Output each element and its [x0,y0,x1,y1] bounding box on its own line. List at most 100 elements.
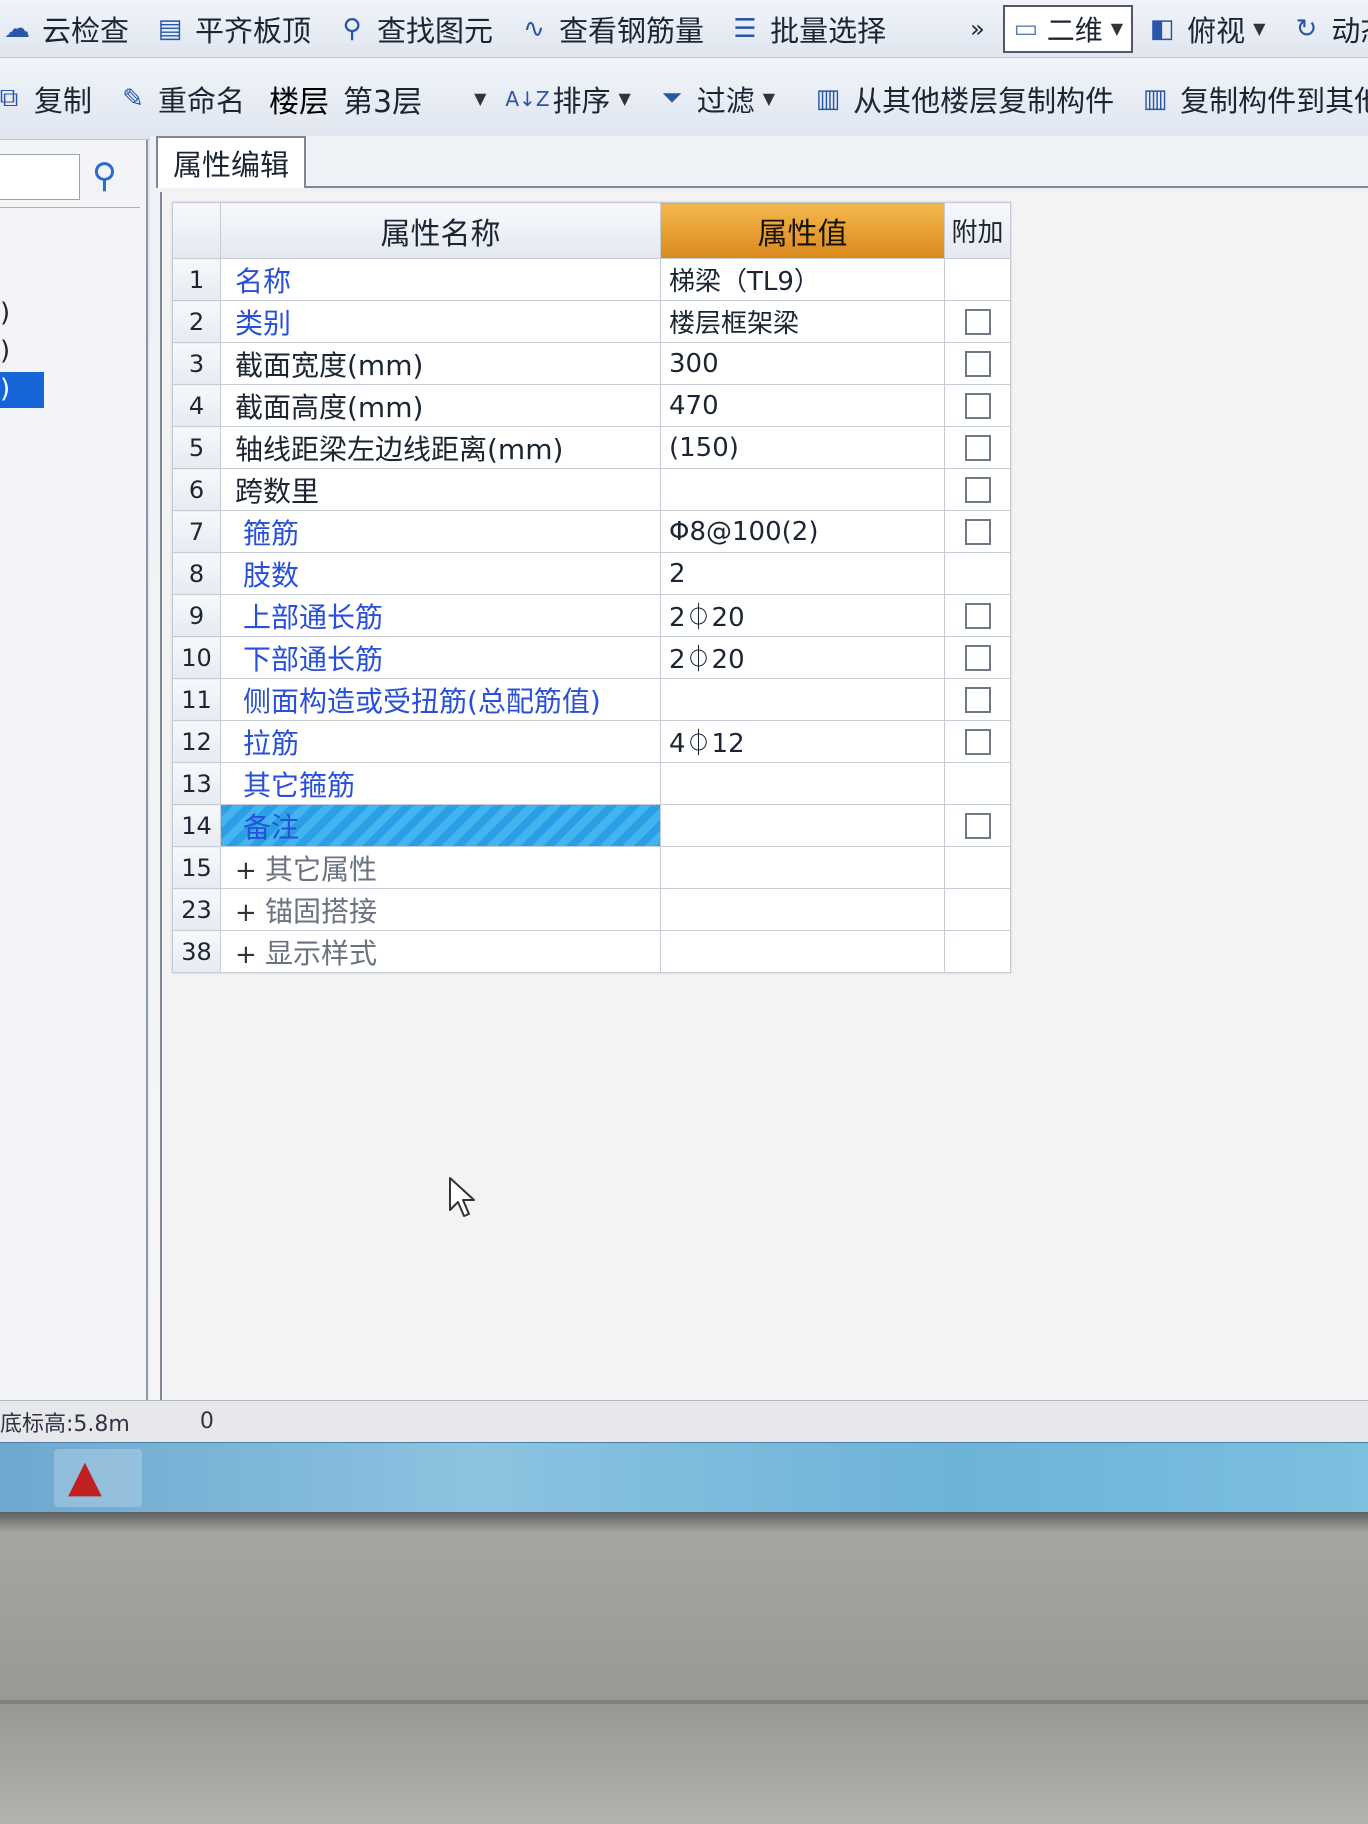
view-rebar-button[interactable]: ∿ 查看钢筋量 [505,8,716,50]
property-value-cell[interactable]: 2⏀20 [660,594,945,637]
property-name-cell[interactable]: 侧面构造或受扭筋(总配筋值) [220,678,661,721]
header-property-name[interactable]: 属性名称 [220,202,661,259]
copy-button[interactable]: ⧉ 复制 [0,78,104,120]
property-row[interactable]: 5 轴线距梁左边线距离(mm) (150) [172,426,1011,469]
property-name-cell[interactable]: + 锚固搭接 [220,888,661,931]
property-name-cell[interactable]: 轴线距梁左边线距离(mm) [220,426,661,469]
filter-button[interactable]: ⏷ 过滤 ▼ [643,78,787,120]
extra-checkbox[interactable] [964,644,991,671]
property-row[interactable]: 2 类别 楼层框架梁 [172,300,1011,343]
property-row[interactable]: 9 上部通长筋 2⏀20 [172,594,1011,637]
floor-select[interactable]: 楼层 第3层 ▼ [269,77,486,121]
property-value-cell[interactable]: 4⏀12 [660,720,945,763]
property-value-cell[interactable]: 楼层框架梁 [660,300,945,343]
header-property-value[interactable]: 属性值 [660,202,945,259]
extra-checkbox[interactable] [964,308,991,335]
extra-checkbox[interactable] [964,602,991,629]
property-value-cell[interactable] [660,846,945,889]
property-row[interactable]: 7 箍筋 Φ8@100(2) [172,510,1011,553]
property-value-cell[interactable]: 2⏀20 [660,636,945,679]
property-row[interactable]: 10 下部通长筋 2⏀20 [172,636,1011,679]
tab-property-edit-label: 属性编辑 [172,148,289,182]
property-name-cell[interactable]: 拉筋 [220,720,661,763]
property-value-cell[interactable]: 2 [660,552,945,595]
property-row[interactable]: 8 肢数 2 [172,552,1011,595]
floor-label: 楼层 [269,84,330,120]
property-row[interactable]: 11 侧面构造或受扭筋(总配筋值) [172,678,1011,721]
property-name-cell[interactable]: 箍筋 [220,510,661,553]
extra-checkbox[interactable] [964,812,991,839]
property-value-cell[interactable] [660,762,945,805]
extra-checkbox[interactable] [964,728,991,755]
search-icon[interactable]: ⚲ [92,156,117,196]
header-row-number [172,202,221,259]
property-name: 轴线距梁左边线距离(mm) [235,432,564,466]
property-name-cell[interactable]: 上部通长筋 [220,594,661,637]
tree-item-fragment[interactable]: ) [0,336,10,366]
batch-select-button[interactable]: ☰ 批量选择 [716,8,898,50]
property-value-cell[interactable]: 梯梁（TL9） [660,258,945,301]
property-name-cell[interactable]: 截面宽度(mm) [220,342,661,385]
extra-checkbox[interactable] [964,518,991,545]
extra-checkbox[interactable] [964,350,991,377]
property-row[interactable]: 1 名称 梯梁（TL9） [172,258,1011,301]
chevron-down-icon: ▼ [1253,19,1266,38]
component-search-input[interactable] [0,154,80,200]
property-row[interactable]: 15 + 其它属性 [172,846,1011,889]
mouse-cursor-icon [449,1177,475,1217]
property-name-cell[interactable]: 截面高度(mm) [220,384,661,427]
cube-icon: ◧ [1149,13,1175,44]
extra-cell [944,636,1011,679]
property-value-cell[interactable]: 300 [660,342,945,385]
expand-plus-icon[interactable]: + [235,856,259,886]
glodon-app-icon[interactable]: ▲ [68,1451,102,1502]
copy-from-floor-button[interactable]: ▥ 从其他楼层复制构件 [799,78,1126,120]
sort-button[interactable]: A↓Z 排序 ▼ [498,78,642,120]
tab-property-edit[interactable]: 属性编辑 [156,136,306,188]
property-name-cell[interactable]: + 其它属性 [220,846,661,889]
property-row[interactable]: 14 备注 [172,804,1011,847]
property-name: 肢数 [243,558,300,592]
extra-checkbox[interactable] [964,392,991,419]
view-mode-select[interactable]: ▭ 二维 ▼ [1002,4,1134,53]
find-element-button[interactable]: ⚲ 查找图元 [323,8,505,50]
property-row[interactable]: 4 截面高度(mm) 470 [172,384,1011,427]
property-row[interactable]: 6 跨数里 [172,468,1011,511]
property-value-cell[interactable] [660,888,945,931]
property-row[interactable]: 12 拉筋 4⏀12 [172,720,1011,763]
dynamic-view-button[interactable]: ↻ 动态 [1277,8,1368,50]
tree-item-fragment[interactable]: ) [0,298,10,328]
view-angle-button[interactable]: ◧ 俯视 ▼ [1133,8,1277,50]
copy-to-floor-button[interactable]: ▥ 复制构件到其他楼层 [1126,78,1368,120]
toolbar-overflow-button[interactable]: » [958,15,997,43]
property-value-cell[interactable] [660,804,945,847]
property-name-cell[interactable]: 肢数 [220,552,661,595]
align-top-button[interactable]: ▤ 平齐板顶 [141,8,323,50]
property-name-cell[interactable]: 类别 [220,300,661,343]
property-row[interactable]: 38 + 显示样式 [172,930,1011,973]
property-value-cell[interactable] [660,678,945,721]
rename-button[interactable]: ✎ 重命名 [104,78,257,120]
extra-checkbox[interactable] [964,434,991,461]
property-name-cell[interactable]: + 显示样式 [220,930,661,973]
property-value-cell[interactable] [660,930,945,973]
tree-item-selected[interactable]: ) [0,372,44,408]
header-extra[interactable]: 附加 [944,202,1011,259]
property-name-cell[interactable]: 名称 [220,258,661,301]
extra-checkbox[interactable] [964,686,991,713]
expand-plus-icon[interactable]: + [235,898,259,928]
property-value-cell[interactable] [660,468,945,511]
property-row[interactable]: 13 其它箍筋 [172,762,1011,805]
property-row[interactable]: 23 + 锚固搭接 [172,888,1011,931]
property-name-cell[interactable]: 其它箍筋 [220,762,661,805]
cloud-check-button[interactable]: ☁ 云检查 [0,8,141,50]
property-row[interactable]: 3 截面宽度(mm) 300 [172,342,1011,385]
property-name-cell[interactable]: 跨数里 [220,468,661,511]
property-name-cell[interactable]: 下部通长筋 [220,636,661,679]
expand-plus-icon[interactable]: + [235,940,259,970]
extra-checkbox[interactable] [964,476,991,503]
property-value-cell[interactable]: 470 [660,384,945,427]
property-value-cell[interactable]: (150) [660,426,945,469]
property-name-cell[interactable]: 备注 [220,804,661,847]
property-value-cell[interactable]: Φ8@100(2) [660,510,945,553]
